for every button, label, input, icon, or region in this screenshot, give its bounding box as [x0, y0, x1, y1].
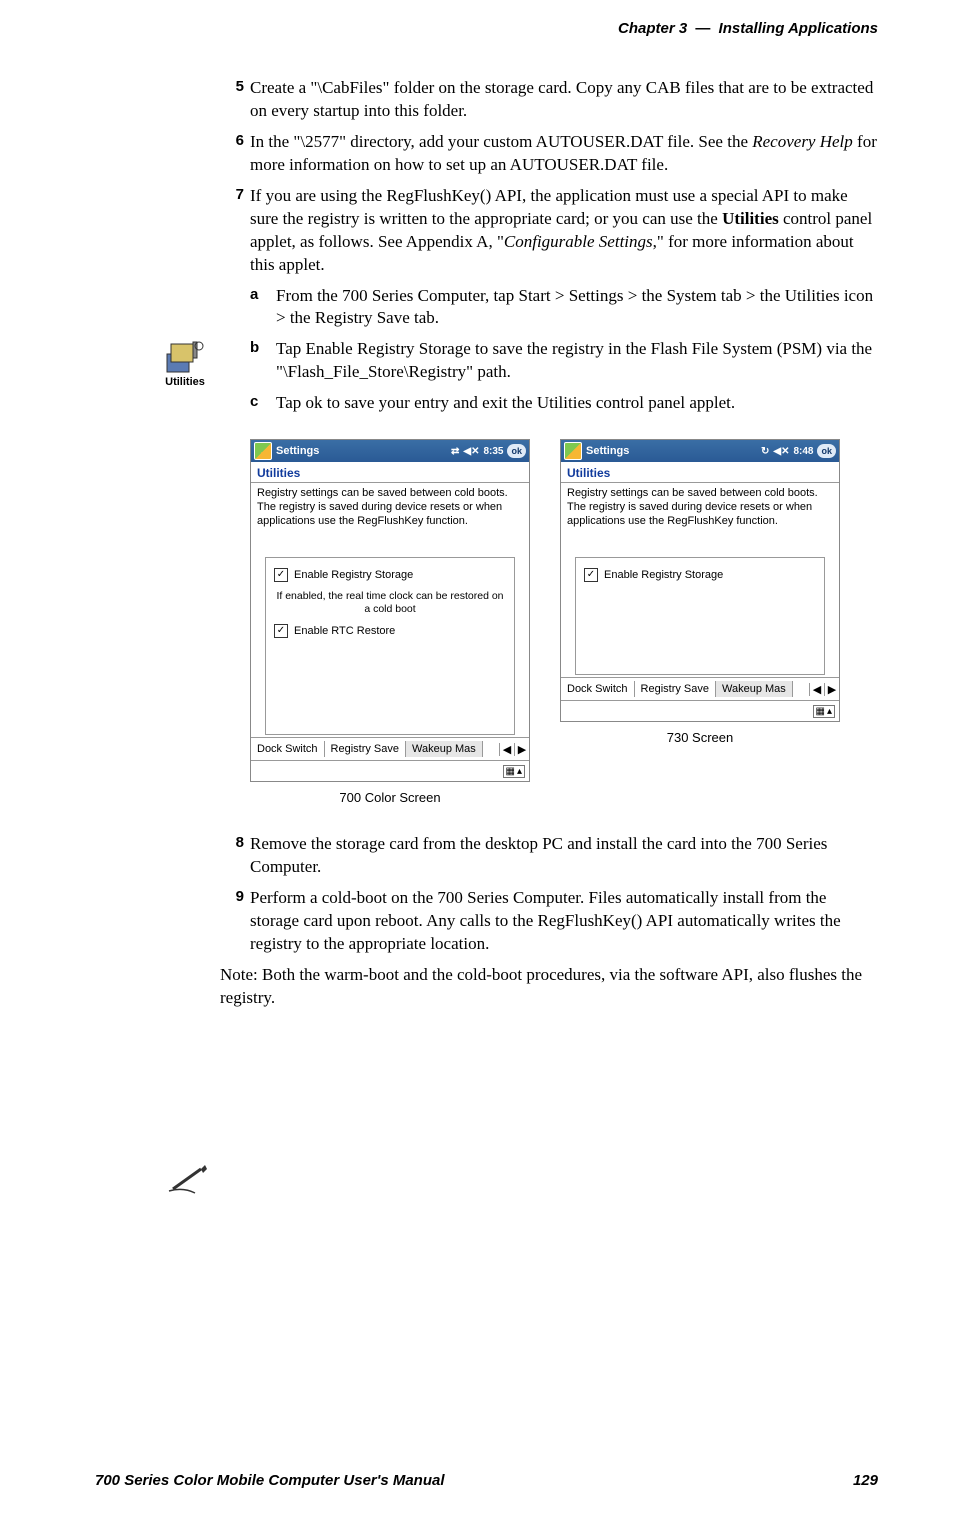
- tab-scroll-left-icon[interactable]: ◀: [809, 683, 824, 696]
- step-body: Perform a cold-boot on the 700 Series Co…: [250, 887, 878, 956]
- substep-letter: a: [250, 285, 276, 331]
- screenshot-caption: 730 Screen: [560, 730, 840, 745]
- note-margin-icon: [165, 1163, 209, 1197]
- tab-strip: Dock Switch Registry Save Wakeup Mas ◀ ▶: [251, 737, 529, 760]
- description-text: Registry settings can be saved between c…: [251, 483, 529, 555]
- enable-registry-checkbox[interactable]: ✓: [584, 568, 598, 582]
- tab-registry-save[interactable]: Registry Save: [325, 741, 406, 757]
- keyboard-icon[interactable]: ▦▴: [813, 705, 835, 718]
- checkbox-label: Enable Registry Storage: [294, 569, 413, 581]
- sip-bar: ▦▴: [251, 760, 529, 781]
- substep-letter: b: [250, 338, 276, 384]
- chapter-title: Installing Applications: [719, 20, 878, 37]
- clock-time: 8:48: [793, 446, 813, 457]
- header-sep: —: [695, 20, 710, 37]
- step-number: 7: [220, 185, 250, 277]
- step-number: 5: [220, 77, 250, 123]
- step-6: 6 In the "\2577" directory, add your cus…: [220, 131, 878, 177]
- note-label: Note: [220, 965, 253, 984]
- checkbox-label: Enable RTC Restore: [294, 625, 395, 637]
- tab-scroll-right-icon[interactable]: ▶: [824, 683, 839, 696]
- step-body: Create a "\CabFiles" folder on the stora…: [250, 77, 878, 123]
- step-number: 6: [220, 131, 250, 177]
- substep-b: b Tap Enable Registry Storage to save th…: [250, 338, 878, 384]
- substep-c: c Tap ok to save your entry and exit the…: [250, 392, 878, 415]
- step-7: 7 If you are using the RegFlushKey() API…: [220, 185, 878, 277]
- window-title: Settings: [276, 445, 319, 457]
- chapter-number: Chapter 3: [618, 20, 687, 37]
- utilities-margin-icon: Utilities: [165, 340, 205, 388]
- note-icon: [165, 1163, 209, 1197]
- substep-a: a From the 700 Series Computer, tap Star…: [250, 285, 878, 331]
- clock-time: 8:35: [483, 446, 503, 457]
- recovery-help-ref: Recovery Help: [752, 132, 853, 151]
- enable-rtc-checkbox[interactable]: ✓: [274, 624, 288, 638]
- status-icons: ↻ ◀✕ 8:48: [761, 446, 813, 457]
- speaker-icon: ◀✕: [463, 446, 479, 457]
- description-text: Registry settings can be saved between c…: [561, 483, 839, 555]
- tab-strip: Dock Switch Registry Save Wakeup Mas ◀ ▶: [561, 677, 839, 700]
- step-8: 8 Remove the storage card from the deskt…: [220, 833, 878, 879]
- step-number: 8: [220, 833, 250, 879]
- status-icons: ⇄ ◀✕ 8:35: [451, 446, 503, 457]
- applet-title: Utilities: [251, 462, 529, 483]
- keyboard-icon[interactable]: ▦▴: [503, 765, 525, 778]
- start-icon[interactable]: [254, 442, 272, 460]
- tab-scroll-right-icon[interactable]: ▶: [514, 743, 529, 756]
- tab-wakeup[interactable]: Wakeup Mas: [716, 681, 793, 697]
- step-body: If you are using the RegFlushKey() API, …: [250, 185, 878, 277]
- speaker-icon: ◀✕: [773, 446, 789, 457]
- applet-title: Utilities: [561, 462, 839, 483]
- tab-wakeup[interactable]: Wakeup Mas: [406, 741, 483, 757]
- tab-scroll-left-icon[interactable]: ◀: [499, 743, 514, 756]
- page-footer: 700 Series Color Mobile Computer User's …: [95, 1472, 878, 1489]
- sync-icon: ↻: [761, 446, 769, 457]
- sip-bar: ▦▴: [561, 700, 839, 721]
- device-700-color: Settings ⇄ ◀✕ 8:35 ok Utilities Registry…: [250, 439, 530, 805]
- screenshots-row: Settings ⇄ ◀✕ 8:35 ok Utilities Registry…: [250, 439, 878, 805]
- window-title: Settings: [586, 445, 629, 457]
- running-header: Chapter 3 — Installing Applications: [95, 20, 878, 37]
- window-titlebar: Settings ⇄ ◀✕ 8:35 ok: [251, 440, 529, 462]
- manual-title: 700 Series Color Mobile Computer User's …: [95, 1472, 445, 1489]
- tab-dock-switch[interactable]: Dock Switch: [561, 681, 635, 697]
- page-number: 129: [853, 1472, 878, 1489]
- start-icon[interactable]: [564, 442, 582, 460]
- settings-panel: ✓ Enable Registry Storage If enabled, th…: [265, 557, 515, 735]
- hint-text: If enabled, the real time clock can be r…: [274, 590, 506, 616]
- ok-button[interactable]: ok: [817, 444, 836, 458]
- step-body: Remove the storage card from the desktop…: [250, 833, 878, 879]
- window-titlebar: Settings ↻ ◀✕ 8:48 ok: [561, 440, 839, 462]
- device-730: Settings ↻ ◀✕ 8:48 ok Utilities Registry…: [560, 439, 840, 805]
- step-body: In the "\2577" directory, add your custo…: [250, 131, 878, 177]
- connectivity-icon: ⇄: [451, 446, 459, 457]
- note-text: : Both the warm-boot and the cold-boot p…: [220, 965, 862, 1007]
- substep-letter: c: [250, 392, 276, 415]
- note: Note: Both the warm-boot and the cold-bo…: [220, 964, 878, 1010]
- tab-dock-switch[interactable]: Dock Switch: [251, 741, 325, 757]
- step-9: 9 Perform a cold-boot on the 700 Series …: [220, 887, 878, 956]
- step-5: 5 Create a "\CabFiles" folder on the sto…: [220, 77, 878, 123]
- tab-registry-save[interactable]: Registry Save: [635, 681, 716, 697]
- screenshot-caption: 700 Color Screen: [250, 790, 530, 805]
- ok-button[interactable]: ok: [507, 444, 526, 458]
- step-number: 9: [220, 887, 250, 956]
- settings-panel: ✓ Enable Registry Storage: [575, 557, 825, 675]
- enable-registry-checkbox[interactable]: ✓: [274, 568, 288, 582]
- utilities-icon: [165, 340, 205, 374]
- checkbox-label: Enable Registry Storage: [604, 569, 723, 581]
- utilities-icon-label: Utilities: [165, 376, 205, 388]
